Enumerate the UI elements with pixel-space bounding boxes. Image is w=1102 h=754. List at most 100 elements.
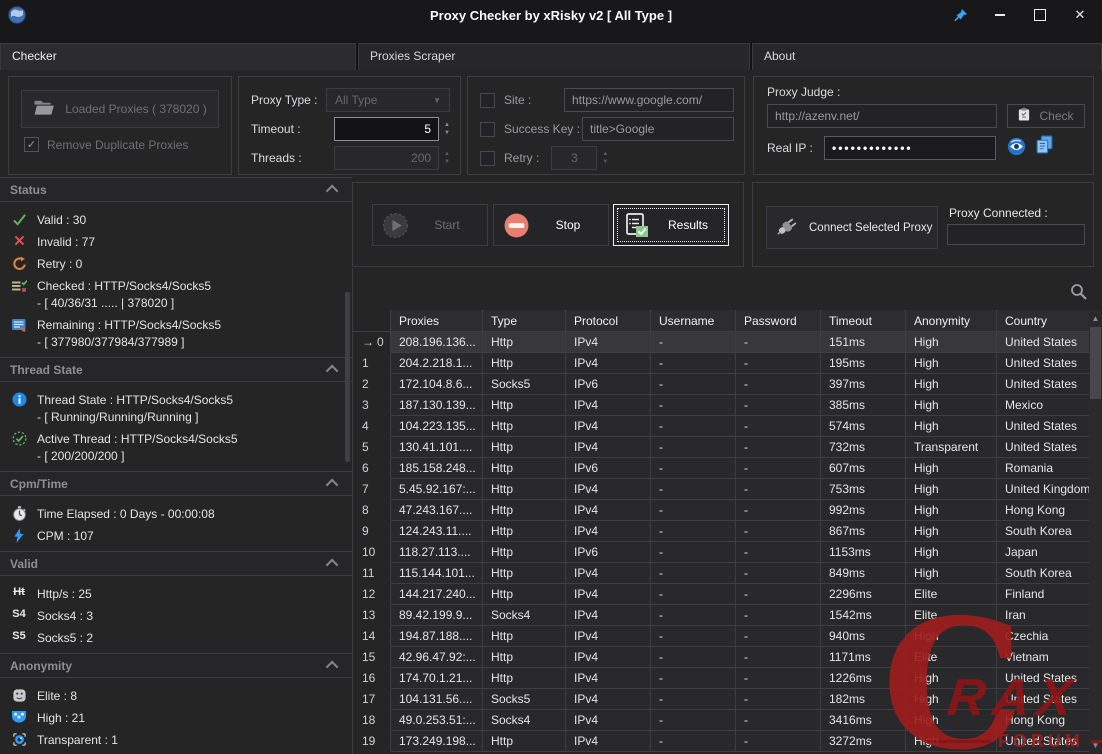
scrollbar-thumb[interactable] [1090, 327, 1101, 399]
cell-timeout: 195ms [821, 353, 906, 374]
proxy-connected-input[interactable] [947, 224, 1085, 245]
section-header-thread-state[interactable]: Thread State [0, 357, 352, 382]
table-row[interactable]: 3187.130.139...HttpIPv4--385msHighMexico [353, 395, 1090, 416]
stop-button[interactable]: Stop [493, 204, 609, 246]
table-row[interactable]: 1389.42.199.9...Socks4IPv4--1542msEliteI… [353, 605, 1090, 626]
clipboard-icon [1018, 107, 1030, 125]
cell-country: Hong Kong [997, 500, 1090, 521]
cell-anon: High [906, 668, 997, 689]
retry-spinner[interactable]: ▲▼ [602, 151, 608, 165]
row-index: 5 [353, 437, 391, 458]
table-row[interactable]: 1542.96.47.92:...HttpIPv4--1171msEliteVi… [353, 647, 1090, 668]
pin-icon[interactable] [940, 2, 980, 28]
table-row[interactable]: 11115.144.101...HttpIPv4--849msHighSouth… [353, 563, 1090, 584]
cell-user: - [651, 416, 736, 437]
close-button[interactable]: ✕ [1060, 2, 1100, 28]
loaded-proxies-button[interactable]: Loaded Proxies ( 378020 ) [21, 90, 219, 128]
timeout-spinner[interactable]: ▲▼ [444, 122, 450, 136]
real-ip-input[interactable] [824, 136, 996, 160]
tab-proxies-scraper[interactable]: Proxies Scraper [358, 43, 750, 70]
collapse-chevron-icon[interactable] [326, 559, 339, 572]
cell-proxy: 144.217.240... [391, 584, 483, 605]
table-row[interactable]: 6185.158.248...HttpIPv6--607msHighRomani… [353, 458, 1090, 479]
table-row[interactable]: 9124.243.11....HttpIPv4--867msHighSouth … [353, 521, 1090, 542]
results-button[interactable]: Results [613, 204, 729, 246]
table-row[interactable]: 2172.104.8.6...Socks5IPv6--397msHighUnit… [353, 374, 1090, 395]
table-row[interactable]: 16174.70.1.21...HttpIPv4--1226msHighUnit… [353, 668, 1090, 689]
minimize-button[interactable] [980, 2, 1020, 28]
collapse-chevron-icon[interactable] [326, 185, 339, 198]
collapse-chevron-icon[interactable] [326, 479, 339, 492]
tab-checker[interactable]: Checker [0, 43, 356, 70]
section-header-valid[interactable]: Valid [0, 551, 352, 576]
sidebar: StatusValid : 30Invalid : 77Retry : 0Che… [0, 177, 352, 754]
check-button[interactable]: Check [1007, 104, 1085, 128]
column-header-country[interactable]: Country [997, 310, 1090, 332]
status-item-text: Thread State : HTTP/Socks4/Socks5- [ Run… [37, 390, 233, 426]
row-index: 3 [353, 395, 391, 416]
cell-proto: IPv4 [566, 353, 651, 374]
column-header-username[interactable]: Username [651, 310, 736, 332]
table-row[interactable]: 17104.131.56....Socks5IPv4--182msHighUni… [353, 689, 1090, 710]
column-header-proxies[interactable]: Proxies [391, 310, 483, 332]
cell-country: South Korea [997, 563, 1090, 584]
column-header-password[interactable]: Password [736, 310, 821, 332]
column-header-type[interactable]: Type [483, 310, 566, 332]
maximize-button[interactable] [1020, 2, 1060, 28]
retry-checkbox[interactable] [480, 151, 495, 166]
start-button[interactable]: Start [372, 204, 488, 246]
table-row[interactable]: 19173.249.198...HttpIPv4--3272msHighUnit… [353, 731, 1090, 752]
copy-ip-icon[interactable] [1036, 135, 1053, 154]
table-row[interactable]: 1849.0.253.51:...Socks4IPv4--3416msHighH… [353, 710, 1090, 731]
table-row[interactable]: 12144.217.240...HttpIPv4--2296msEliteFin… [353, 584, 1090, 605]
threads-input[interactable] [334, 146, 439, 170]
table-row[interactable]: →0208.196.136...HttpIPv4--151msHighUnite… [353, 332, 1090, 353]
site-checkbox[interactable] [480, 93, 495, 108]
table-row[interactable]: 10118.27.113....HttpIPv6--1153msHighJapa… [353, 542, 1090, 563]
cell-timeout: 607ms [821, 458, 906, 479]
success-key-input[interactable] [582, 117, 734, 141]
proxy-judge-input[interactable] [767, 104, 997, 128]
table-scrollbar[interactable]: ▲ ▼ [1089, 310, 1102, 754]
threads-spinner[interactable]: ▲▼ [444, 151, 450, 165]
timeout-input[interactable] [334, 117, 439, 141]
cell-anon: High [906, 332, 997, 353]
column-header-timeout[interactable]: Timeout [821, 310, 906, 332]
section-header-cpm-time[interactable]: Cpm/Time [0, 471, 352, 496]
table-row[interactable]: 1204.2.218.1...HttpIPv4--195msHighUnited… [353, 353, 1090, 374]
table-row[interactable]: 847.243.167....HttpIPv4--992msHighHong K… [353, 500, 1090, 521]
cell-proto: IPv4 [566, 584, 651, 605]
collapse-chevron-icon[interactable] [326, 365, 339, 378]
cell-anon: Elite [906, 584, 997, 605]
table-row[interactable]: 14194.87.188....HttpIPv4--940msHighCzech… [353, 626, 1090, 647]
search-icon[interactable] [1070, 283, 1087, 303]
cell-user: - [651, 689, 736, 710]
remove-duplicates-checkbox[interactable]: ✓ [24, 137, 39, 152]
status-item-text: CPM : 107 [37, 526, 94, 545]
row-index: 8 [353, 500, 391, 521]
column-header-protocol[interactable]: Protocol [566, 310, 651, 332]
cell-country: United States [997, 332, 1090, 353]
section-header-status[interactable]: Status [0, 177, 352, 202]
connect-selected-proxy-button[interactable]: Connect Selected Proxy [766, 206, 938, 249]
column-header-anonymity[interactable]: Anonymity [906, 310, 997, 332]
remove-duplicates-label: Remove Duplicate Proxies [47, 138, 188, 152]
status-item-text: Invalid : 77 [37, 232, 95, 251]
collapse-chevron-icon[interactable] [326, 661, 339, 674]
tab-about[interactable]: About [752, 43, 1102, 70]
reveal-ip-eye-icon[interactable] [1007, 137, 1026, 156]
table-row[interactable]: 4104.223.135...HttpIPv4--574msHighUnited… [353, 416, 1090, 437]
table-row[interactable]: 75.45.92.167:...HttpIPv4--753msHighUnite… [353, 479, 1090, 500]
sidebar-scrollbar-thumb[interactable] [345, 292, 350, 462]
cell-timeout: 1542ms [821, 605, 906, 626]
scroll-down-icon[interactable]: ▼ [1089, 739, 1102, 752]
section-header-anonymity[interactable]: Anonymity [0, 653, 352, 678]
status-item: Checked : HTTP/Socks4/Socks5- [ 40/36/31… [9, 276, 346, 312]
proxy-type-select[interactable]: All Type ▼ [326, 88, 450, 112]
scroll-up-icon[interactable]: ▲ [1089, 312, 1102, 325]
retry-input[interactable] [551, 146, 597, 170]
site-input[interactable] [564, 88, 734, 112]
success-key-checkbox[interactable] [480, 122, 495, 137]
cell-user: - [651, 563, 736, 584]
table-row[interactable]: 5130.41.101....HttpIPv4--732msTransparen… [353, 437, 1090, 458]
